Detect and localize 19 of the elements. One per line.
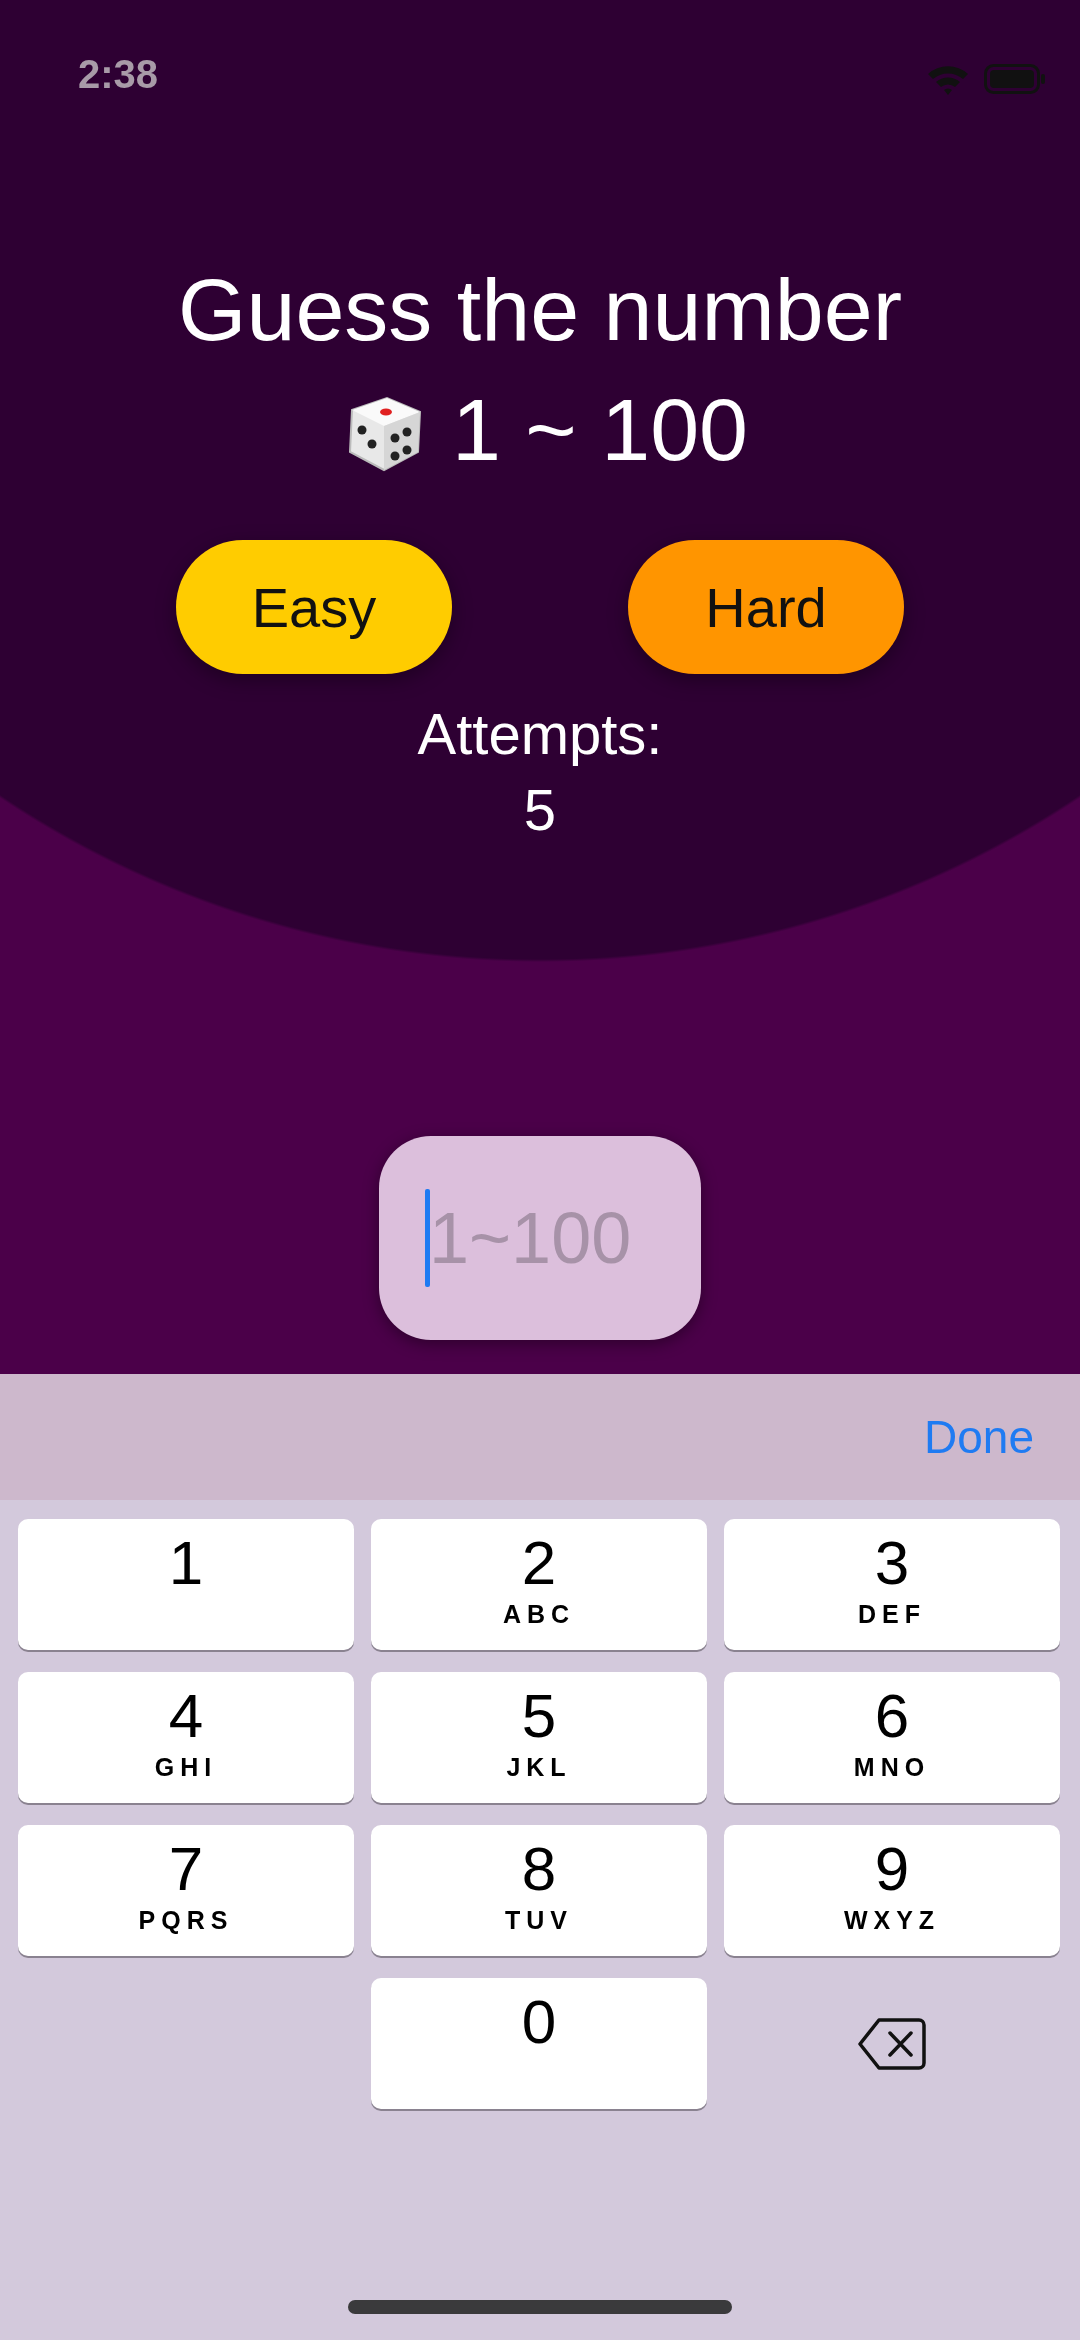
game-title: Guess the number xyxy=(178,260,902,360)
status-time: 2:38 xyxy=(78,52,159,97)
attempts-count: 5 xyxy=(523,776,557,844)
difficulty-button[interactable]: Hard xyxy=(628,540,904,674)
keypad-key[interactable]: 7 PQRS xyxy=(18,1825,354,1956)
keypad-key[interactable]: 6 MNO xyxy=(724,1672,1060,1803)
keypad-key[interactable]: 9 WXYZ xyxy=(724,1825,1060,1956)
keypad-key[interactable]: 2 ABC xyxy=(371,1519,707,1650)
keypad-key[interactable]: 3 DEF xyxy=(724,1519,1060,1650)
keypad-key[interactable]: 1 xyxy=(18,1519,354,1650)
keypad-key[interactable]: 8 TUV xyxy=(371,1825,707,1956)
difficulty-button[interactable]: Easy xyxy=(176,540,452,674)
keypad-key[interactable]: 5 JKL xyxy=(371,1672,707,1803)
keypad-key[interactable]: 4 GHI xyxy=(18,1672,354,1803)
battery-icon xyxy=(984,64,1046,94)
backspace-icon[interactable] xyxy=(857,2016,927,2071)
keypad-key[interactable]: 0 xyxy=(371,1978,707,2109)
attempts-label: Attempts: xyxy=(417,700,663,768)
number-range: 1 ~ 100 xyxy=(451,380,749,480)
